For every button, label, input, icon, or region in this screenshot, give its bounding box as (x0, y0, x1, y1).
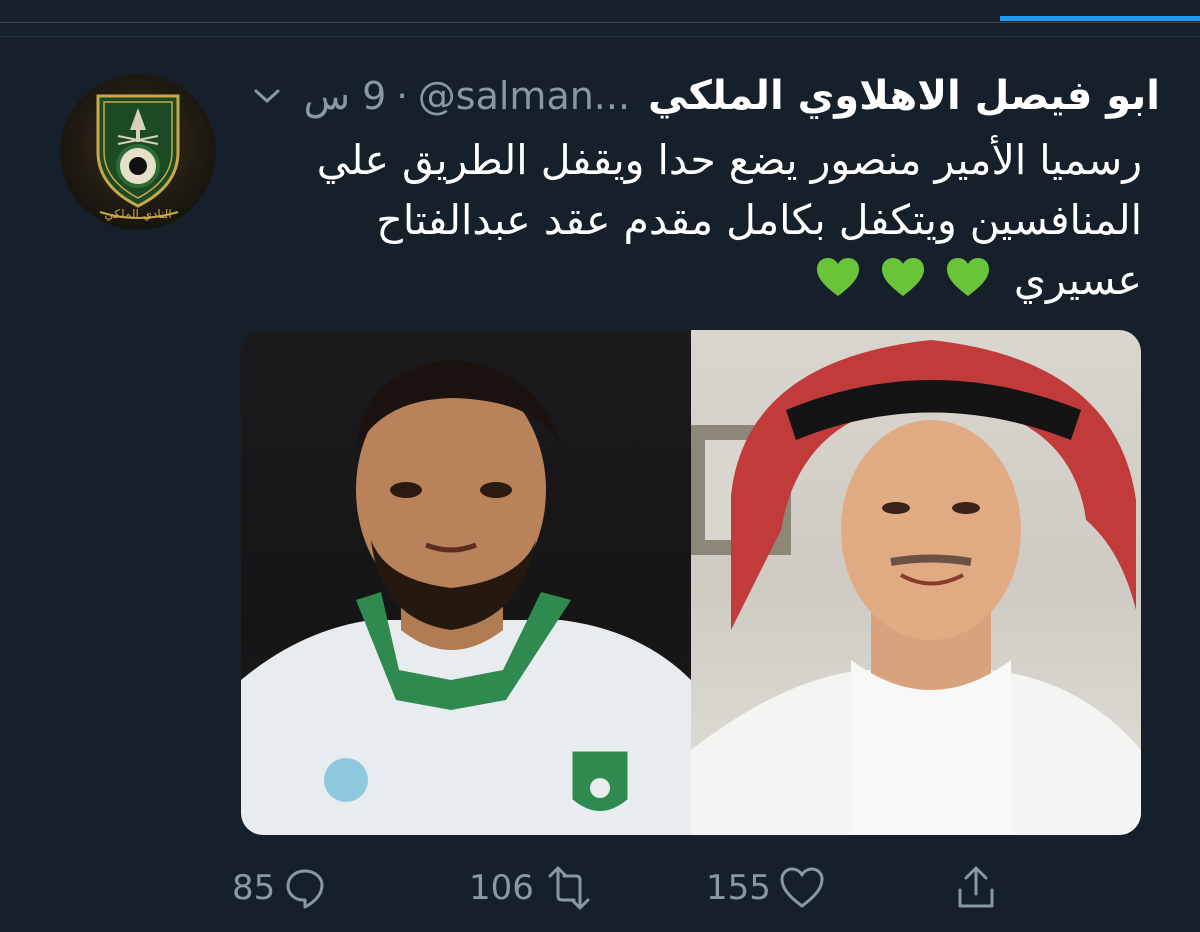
green-heart-icon (946, 258, 989, 296)
green-hearts (815, 250, 991, 310)
reply-count: 85 (232, 868, 276, 908)
green-heart-icon (816, 258, 859, 296)
top-scroll-accent (1000, 16, 1200, 21)
prince-illustration (691, 340, 1141, 835)
chevron-down-icon[interactable] (252, 81, 282, 111)
top-divider (0, 22, 1200, 23)
tweet-body: رسميا الأمير منصور يضع حدا ويقفل الطريق … (316, 136, 1142, 304)
retweet-icon[interactable] (542, 866, 596, 910)
tweet-header: ابو فيصل الاهلاوي الملكي @salman... · 9 … (252, 68, 1160, 124)
retweet-count: 106 (469, 868, 534, 908)
timestamp[interactable]: 9 س (304, 74, 387, 118)
like-count: 155 (706, 868, 771, 908)
player-photo[interactable] (241, 330, 691, 835)
top-divider-secondary (0, 36, 1200, 37)
avatar[interactable]: النادي الملكي (60, 74, 216, 230)
user-handle[interactable]: @salman... (418, 74, 630, 118)
reply-icon[interactable] (283, 866, 327, 910)
green-heart-icon (881, 258, 924, 296)
retweet-action[interactable]: 106 (469, 858, 596, 918)
tweet-media[interactable] (241, 330, 1141, 835)
club-crest-icon: النادي الملكي (96, 94, 180, 221)
display-name[interactable]: ابو فيصل الاهلاوي الملكي (648, 73, 1160, 119)
like-action[interactable]: 155 (706, 858, 825, 918)
tweet-actions: 85 106 155 (0, 858, 1200, 918)
heart-icon[interactable] (779, 866, 825, 910)
reply-action[interactable]: 85 (232, 858, 327, 918)
separator-dot: · (396, 75, 408, 117)
share-action[interactable] (954, 858, 998, 918)
player-illustration (241, 360, 691, 835)
svg-text:النادي الملكي: النادي الملكي (104, 207, 171, 221)
tweet-text: رسميا الأمير منصور يضع حدا ويقفل الطريق … (262, 130, 1142, 310)
prince-photo[interactable] (691, 330, 1141, 835)
share-icon[interactable] (954, 864, 998, 912)
